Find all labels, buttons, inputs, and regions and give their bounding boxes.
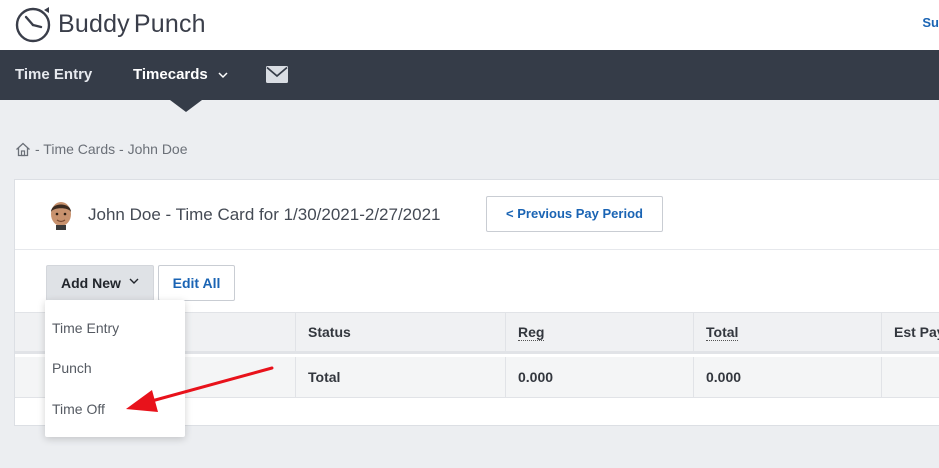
page-title: John Doe - Time Card for 1/30/2021-2/27/… <box>88 205 441 224</box>
home-icon[interactable] <box>15 142 31 157</box>
column-header-est-pay-label: Est Pay <box>894 324 939 340</box>
nav-messages[interactable] <box>266 66 288 84</box>
breadcrumb-path[interactable]: - Time Cards - John Doe <box>35 141 188 157</box>
breadcrumb: - Time Cards - John Doe <box>15 141 188 157</box>
column-header-total[interactable]: Total <box>693 313 881 351</box>
top-bar: Buddy Punch Su <box>0 0 939 50</box>
avatar <box>51 202 71 230</box>
logo-text: Buddy Punch <box>58 10 206 39</box>
logo-text-punch: Punch <box>133 9 206 38</box>
top-right-link[interactable]: Su <box>922 15 939 30</box>
column-header-est-pay[interactable]: Est Pay <box>881 313 939 351</box>
previous-pay-period-button[interactable]: < Previous Pay Period <box>486 196 663 232</box>
nav-active-pointer <box>170 100 202 112</box>
main-nav: Time Entry Timecards <box>0 50 939 100</box>
column-header-reg-label: Reg <box>518 324 545 341</box>
menu-item-punch[interactable]: Punch <box>52 360 92 376</box>
nav-timecards[interactable]: Timecards <box>133 50 228 100</box>
column-header-status-label: Status <box>308 324 351 340</box>
nav-time-entry[interactable]: Time Entry <box>15 50 92 100</box>
menu-item-time-entry[interactable]: Time Entry <box>52 320 119 336</box>
add-new-button[interactable]: Add New <box>46 265 154 301</box>
chevron-down-icon <box>218 72 228 78</box>
menu-item-time-off[interactable]: Time Off <box>52 401 105 417</box>
column-header-total-label: Total <box>706 324 739 341</box>
logo-text-buddy: Buddy <box>58 9 130 38</box>
cell-reg: 0.000 <box>505 357 693 397</box>
clock-logo-icon <box>15 7 51 43</box>
column-header-status[interactable]: Status <box>295 313 505 351</box>
timecard-header: John Doe - Time Card for 1/30/2021-2/27/… <box>15 180 939 250</box>
logo[interactable]: Buddy Punch <box>14 4 206 44</box>
add-new-menu: Time Entry Punch Time Off <box>45 300 185 437</box>
cell-status: Total <box>295 357 505 397</box>
chevron-down-icon <box>129 278 139 284</box>
envelope-icon <box>266 66 288 83</box>
column-header-reg[interactable]: Reg <box>505 313 693 351</box>
cell-est-pay <box>881 357 939 397</box>
add-new-label: Add New <box>61 275 121 291</box>
nav-timecards-label: Timecards <box>133 66 208 83</box>
cell-total: 0.000 <box>693 357 881 397</box>
edit-all-button[interactable]: Edit All <box>158 265 235 301</box>
